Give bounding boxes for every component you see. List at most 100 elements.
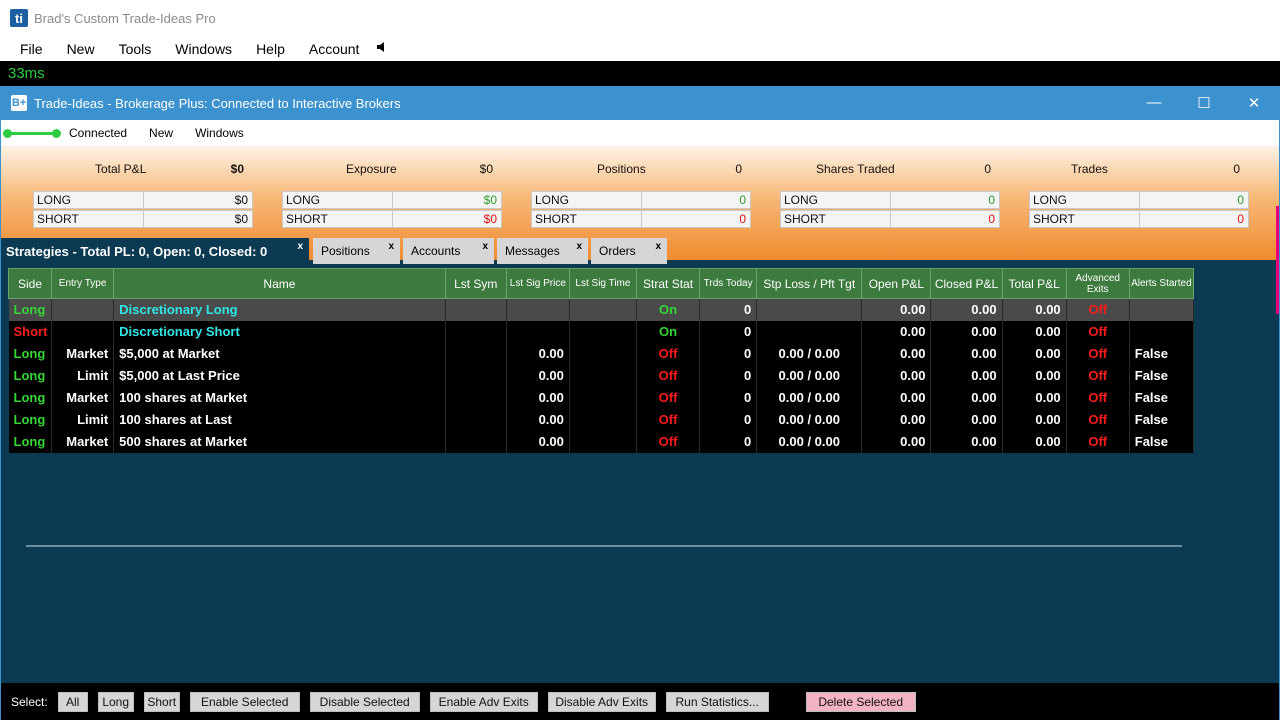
col-last-symbol[interactable]: Lst Sym (444, 268, 507, 299)
enable-selected-button[interactable]: Enable Selected (189, 691, 300, 712)
cell-open-pl: 0.00 (861, 298, 932, 321)
cell-last-signal-price: 0.00 (506, 408, 570, 431)
tab-label: Messages (505, 244, 560, 258)
enable-adv-exits-button[interactable]: Enable Adv Exits (429, 691, 538, 712)
cell-advanced-exits: Off (1066, 298, 1130, 321)
short-label: SHORT (34, 211, 144, 227)
cell-strategy-status: Off (636, 364, 701, 387)
col-open-pl[interactable]: Open P&L (861, 268, 932, 299)
close-icon[interactable]: ✕ (1229, 94, 1279, 112)
summary-heading: Exposure (346, 162, 397, 176)
tab-close-icon[interactable]: x (576, 241, 582, 252)
cell-strategy-status: Off (636, 342, 701, 365)
bottom-action-bar: Select: All Long Short Enable Selected D… (1, 683, 1279, 720)
maximize-icon[interactable]: ☐ (1179, 94, 1229, 112)
summary-total: 0 (1233, 162, 1240, 176)
tab-close-icon[interactable]: x (482, 241, 488, 252)
tab-accounts[interactable]: Accounts x (403, 238, 494, 264)
speaker-icon[interactable] (375, 40, 389, 57)
cell-alerts-started: False (1129, 408, 1195, 431)
long-label: LONG (283, 192, 393, 208)
menu-help[interactable]: Help (244, 41, 297, 57)
cell-last-symbol (445, 408, 507, 431)
cell-side: Long (8, 386, 53, 409)
menu-account[interactable]: Account (297, 41, 372, 57)
tab-close-icon[interactable]: x (297, 241, 303, 252)
select-short-button[interactable]: Short (143, 691, 180, 712)
app-title: Brad's Custom Trade-Ideas Pro (34, 10, 216, 26)
col-total-pl[interactable]: Total P&L (1001, 268, 1067, 299)
table-row[interactable]: Long Market 100 shares at Market 0.00 Off 0 0.… (8, 386, 1195, 409)
table-row[interactable]: Long Discretionary Long On 0 0.00 0.00 0.00 Off (8, 298, 1195, 321)
cell-last-signal-time (569, 320, 638, 343)
tab-orders[interactable]: Orders x (591, 238, 667, 264)
cell-name: 100 shares at Market (113, 386, 446, 409)
col-side[interactable]: Side (7, 268, 53, 299)
summary-heading: Positions (597, 162, 646, 176)
cell-name: Discretionary Long (113, 298, 446, 321)
long-label: LONG (1030, 192, 1140, 208)
col-strategy-status[interactable]: Strat Stat (635, 268, 701, 299)
cell-trades-today: 0 (699, 430, 758, 453)
menu-windows[interactable]: Windows (163, 41, 244, 57)
cell-last-signal-price (506, 320, 570, 343)
cell-advanced-exits: Off (1066, 408, 1130, 431)
cell-total-pl: 0.00 (1002, 386, 1067, 409)
cell-last-signal-price: 0.00 (506, 430, 570, 453)
col-last-signal-price[interactable]: Lst Sig Price (505, 268, 570, 299)
menu-new[interactable]: New (55, 41, 107, 57)
summary-short-row: SHORT 0 (1029, 210, 1249, 228)
tab-messages[interactable]: Messages x (497, 238, 588, 264)
col-stop-loss-profit-target[interactable]: Stp Loss / Pft Tgt (756, 268, 863, 299)
run-statistics-button[interactable]: Run Statistics... (665, 691, 769, 712)
windows-button[interactable]: Windows (191, 126, 248, 140)
table-row[interactable]: Long Market 500 shares at Market 0.00 Off 0 0.… (8, 430, 1195, 453)
tab-strategies[interactable]: Strategies - Total PL: 0, Open: 0, Close… (1, 238, 309, 264)
tab-label: Orders (599, 244, 636, 258)
cell-trades-today: 0 (699, 408, 758, 431)
col-advanced-exits[interactable]: Advanced Exits (1065, 268, 1130, 299)
minimize-icon[interactable]: — (1129, 94, 1179, 112)
disable-adv-exits-button[interactable]: Disable Adv Exits (547, 691, 656, 712)
table-row[interactable]: Long Limit $5,000 at Last Price 0.00 Off 0 0.0… (8, 364, 1195, 387)
cell-alerts-started: False (1129, 364, 1195, 387)
short-label: SHORT (283, 211, 393, 227)
select-all-button[interactable]: All (57, 691, 88, 712)
table-row[interactable]: Long Market $5,000 at Market 0.00 Off 0 0.00 /… (8, 342, 1195, 365)
col-last-signal-time[interactable]: Lst Sig Time (568, 268, 638, 299)
tab-label: Accounts (411, 244, 461, 258)
summary-total: 0 (984, 162, 991, 176)
cell-closed-pl: 0.00 (930, 430, 1003, 453)
cell-closed-pl: 0.00 (930, 298, 1003, 321)
long-value: $0 (483, 193, 497, 207)
tab-positions[interactable]: Positions x (313, 238, 400, 264)
table-row[interactable]: Short Discretionary Short On 0 0.00 0.00 0.00 O… (8, 320, 1195, 343)
cell-open-pl: 0.00 (861, 386, 932, 409)
delete-selected-button[interactable]: Delete Selected (805, 691, 916, 712)
select-long-button[interactable]: Long (97, 691, 134, 712)
disable-selected-button[interactable]: Disable Selected (309, 691, 420, 712)
cell-trades-today: 0 (699, 364, 758, 387)
menu-bar: File New Tools Windows Help Account (0, 36, 1280, 61)
tab-close-icon[interactable]: x (388, 241, 394, 252)
new-button[interactable]: New (145, 126, 177, 140)
connected-button[interactable]: Connected (65, 126, 131, 140)
summary-long-row: LONG $0 (282, 191, 502, 209)
tab-close-icon[interactable]: x (655, 241, 661, 252)
col-entry-type[interactable]: Entry Type (51, 268, 115, 299)
cell-strategy-status: Off (636, 430, 701, 453)
cell-advanced-exits: Off (1066, 430, 1130, 453)
table-row[interactable]: Long Limit 100 shares at Last 0.00 Off 0 0.00 … (8, 408, 1195, 431)
col-closed-pl[interactable]: Closed P&L (930, 268, 1003, 299)
cell-entry-type: Limit (51, 408, 115, 431)
menu-tools[interactable]: Tools (107, 41, 164, 57)
summary-short-row: SHORT 0 (531, 210, 751, 228)
cell-entry-type: Limit (51, 364, 115, 387)
col-alerts-started[interactable]: Alerts Started (1128, 268, 1195, 299)
menu-file[interactable]: File (8, 41, 55, 57)
col-trades-today[interactable]: Trds Today (699, 268, 758, 299)
col-name[interactable]: Name (113, 268, 446, 299)
cell-open-pl: 0.00 (861, 320, 932, 343)
cell-closed-pl: 0.00 (930, 408, 1003, 431)
horizontal-scrollbar[interactable] (26, 545, 1182, 547)
